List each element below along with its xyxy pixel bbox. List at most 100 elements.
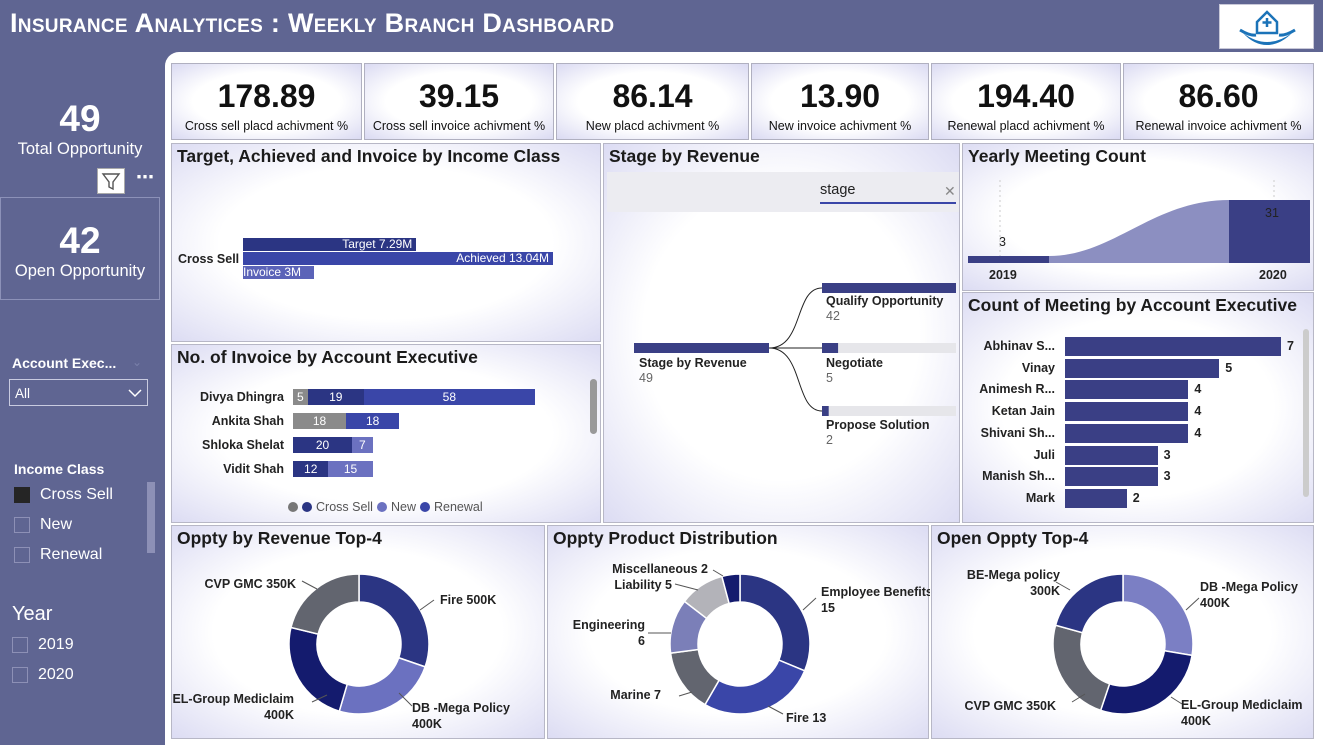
more-options-icon[interactable]: ⋯ — [131, 168, 159, 194]
child-label: Negotiate — [826, 356, 883, 370]
donut-chart: DB -Mega Policy 400K EL-Group Mediclaim 400… — [965, 568, 1303, 728]
invoice-segment[interactable]: 18 — [293, 413, 347, 429]
exec-name: Juli — [1033, 447, 1055, 462]
income-class-list: Cross Sell New Renewal — [14, 480, 113, 570]
leader-line — [419, 599, 435, 611]
meeting-bar[interactable] — [1065, 380, 1189, 400]
legend-dot — [419, 502, 430, 512]
checkbox-checked[interactable] — [14, 487, 30, 503]
donut-slice[interactable] — [1054, 573, 1124, 634]
invoice-segment[interactable]: 12 — [293, 461, 329, 477]
exec-name: Divya Dhingra — [199, 390, 284, 404]
target-bar[interactable]: Target 7.29M — [243, 237, 417, 251]
total-opportunity-label: Total Opportunity — [17, 140, 143, 158]
income-class-option[interactable]: Renewal — [14, 540, 113, 570]
invoice-segment[interactable]: 20 — [293, 437, 352, 453]
child-bar[interactable] — [822, 283, 956, 293]
tree-connector — [768, 347, 823, 412]
leader-line — [712, 569, 724, 577]
child-value: 2 — [826, 433, 833, 447]
checkbox[interactable] — [12, 637, 28, 653]
value-label: 3 — [1163, 447, 1171, 462]
child-bar[interactable] — [822, 406, 829, 416]
value-label: 5 — [1225, 360, 1233, 375]
year-label: Year — [12, 603, 53, 625]
exec-name: Mark — [1025, 490, 1055, 505]
invoice-segment[interactable]: 58 — [363, 389, 535, 405]
segment-value: 7 — [358, 438, 366, 452]
income-class-option[interactable]: New — [14, 510, 113, 540]
donut-chart: Employee Benefits 15 Fire 13 Marine 7 Engine… — [573, 562, 930, 725]
donut-slice[interactable] — [703, 659, 806, 715]
invoice-segment[interactable]: 18 — [346, 413, 400, 429]
invoice-segment[interactable]: 5 — [293, 389, 308, 405]
slice-label: Miscellaneous 2 — [612, 562, 708, 576]
donut-slice[interactable] — [358, 573, 430, 668]
target-bar[interactable]: Invoice 3M — [243, 265, 315, 279]
income-class-label: Income Class — [14, 461, 105, 477]
root-bar[interactable] — [634, 343, 769, 353]
invoice-segment[interactable]: 15 — [328, 461, 373, 477]
segment-value: 58 — [442, 390, 457, 404]
invoice-segment[interactable]: 19 — [307, 389, 364, 405]
meeting-bar[interactable] — [1065, 467, 1158, 487]
exec-name: Vidit Shah — [223, 462, 284, 476]
income-class-scrollbar[interactable] — [147, 482, 155, 553]
root-label: Stage by Revenue — [639, 356, 747, 370]
exec-name: Shloka Shelat — [202, 438, 284, 452]
exec-name: Ketan Jain — [991, 404, 1055, 419]
segment-value: 12 — [304, 462, 318, 476]
bar-label: Invoice 3M — [243, 265, 302, 279]
panel-title: Target, Achieved and Invoice by Income C… — [177, 146, 561, 166]
value-label: 4 — [1194, 425, 1202, 440]
meeting-bar[interactable] — [1065, 337, 1281, 356]
leader-line — [674, 583, 699, 591]
account-exec-dropdown[interactable]: All — [9, 379, 148, 406]
open-opportunity-label: Open Opportunity — [14, 262, 146, 280]
slice-label: Marine 7 — [610, 688, 661, 702]
child-bar-track — [822, 343, 956, 353]
dashboard-title: Insurance Analytices : Weekly Branch Das… — [10, 8, 615, 38]
bar-label: Target 7.29M — [342, 237, 413, 251]
slice-label: 400K — [1200, 596, 1230, 610]
child-bar[interactable] — [822, 343, 839, 353]
checkbox[interactable] — [12, 667, 28, 683]
segment-value: 20 — [315, 438, 330, 452]
child-value: 42 — [826, 309, 840, 323]
meeting-bar[interactable] — [1065, 358, 1220, 378]
checkbox[interactable] — [14, 517, 30, 533]
scrollbar[interactable] — [1303, 329, 1309, 497]
scrollbar[interactable] — [590, 379, 597, 434]
value-label: 3 — [999, 235, 1006, 249]
bar-2019[interactable] — [968, 256, 1049, 263]
meeting-bar[interactable] — [1065, 488, 1127, 508]
donut-slice[interactable] — [1099, 649, 1193, 715]
meeting-bar[interactable] — [1065, 445, 1158, 465]
tree-connector — [768, 287, 823, 349]
slice-label: Employee Benefits — [821, 585, 930, 599]
year-option[interactable]: 2019 — [12, 630, 74, 660]
donut-slice[interactable] — [290, 573, 360, 636]
open-opportunity-value: 42 — [59, 220, 101, 261]
meeting-by-exec-panel: Count of Meeting by Account Executive Ab… — [962, 292, 1314, 523]
exec-name: Animesh R... — [979, 382, 1055, 397]
segment-value: 5 — [297, 390, 304, 404]
value-label: 2 — [1132, 490, 1140, 505]
checkbox[interactable] — [14, 547, 30, 563]
kpi-card: 178.89 Cross sell placd achivment % — [171, 63, 362, 140]
year-option[interactable]: 2020 — [12, 660, 74, 690]
x-tick-label: 2019 — [989, 268, 1017, 282]
donut-slice[interactable] — [739, 573, 811, 672]
target-bar[interactable]: Achieved 13.04M — [243, 252, 553, 265]
invoice-segment[interactable]: 7 — [352, 437, 373, 453]
meeting-bar[interactable] — [1065, 423, 1189, 443]
donut-slice[interactable] — [1052, 624, 1111, 712]
meeting-bar[interactable] — [1065, 402, 1189, 422]
donut-slice[interactable] — [1122, 573, 1194, 657]
filter-icon[interactable] — [97, 168, 125, 194]
exec-name: Shivani Sh... — [980, 425, 1055, 440]
income-class-option[interactable]: Cross Sell — [14, 480, 113, 510]
segment-value: 18 — [312, 414, 327, 428]
slice-label: DB -Mega Policy — [412, 701, 510, 715]
year-list: 2019 2020 — [12, 630, 74, 690]
